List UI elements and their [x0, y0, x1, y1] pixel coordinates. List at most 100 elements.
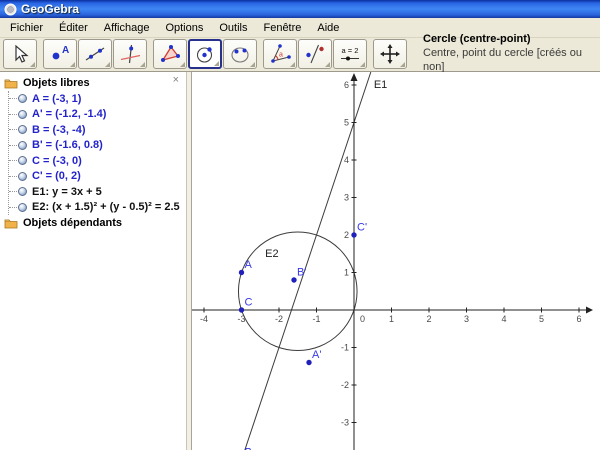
angle-tool-button[interactable]: a — [263, 39, 297, 69]
object-visibility-icon[interactable] — [18, 125, 27, 135]
algebra-object-row[interactable]: B' = (-1.6, 0.8) — [9, 138, 186, 154]
algebra-tree: Objets libres A = (-3, 1) A' = (-1.2, -1.… — [0, 75, 186, 231]
object-visibility-icon[interactable] — [18, 94, 27, 104]
svg-text:A': A' — [312, 349, 321, 361]
reflect-icon — [306, 44, 324, 64]
algebra-object-row[interactable]: A = (-3, 1) — [9, 91, 186, 107]
tree-connector — [9, 144, 17, 146]
svg-text:3: 3 — [464, 314, 469, 324]
svg-text:6: 6 — [344, 80, 349, 90]
slider-icon: a = 2 — [341, 46, 359, 61]
svg-text:6: 6 — [576, 314, 581, 324]
content-area: × Objets libres A = (-3, 1) A' = (-1.2, -… — [0, 72, 600, 450]
svg-text:2: 2 — [344, 230, 349, 240]
close-icon[interactable]: × — [173, 75, 179, 86]
tool-dropdown-arrow-icon[interactable] — [360, 62, 365, 67]
algebra-object-row[interactable]: E2: (x + 1.5)² + (y - 0.5)² = 2.5 — [9, 200, 186, 216]
algebra-object-row[interactable]: B = (-3, -4) — [9, 122, 186, 138]
polygon-tool-button[interactable] — [153, 39, 187, 69]
svg-text:-4: -4 — [200, 314, 208, 324]
tree-connector — [9, 98, 17, 100]
object-visibility-icon[interactable] — [18, 187, 27, 197]
circle-center-point-tool-button[interactable] — [188, 39, 222, 69]
svg-text:2: 2 — [426, 314, 431, 324]
svg-text:E1: E1 — [374, 79, 387, 91]
graphics-view[interactable]: E2 E1 -4 -3 -2 -1 1 2 3 4 5 6 6 5 4 3 2 1 -1 -2 -3 0 A A' B B' C C' — [192, 72, 600, 450]
object-visibility-icon[interactable] — [18, 140, 27, 150]
object-definition: E2: (x + 1.5)² + (y - 0.5)² = 2.5 — [32, 201, 180, 214]
free-objects-label: Objets libres — [23, 77, 90, 89]
tree-connector — [9, 191, 17, 193]
move-graphics-view-tool-button[interactable] — [373, 39, 407, 69]
tree-connector — [9, 160, 17, 162]
graph-canvas[interactable]: E2 E1 -4 -3 -2 -1 1 2 3 4 5 6 6 5 4 3 2 1 -1 -2 -3 0 A A' B B' C C' — [192, 72, 594, 450]
svg-text:-1: -1 — [341, 343, 349, 353]
svg-text:C': C' — [357, 222, 367, 234]
conic-icon — [231, 47, 249, 63]
tree-connector — [9, 113, 17, 115]
tool-dropdown-arrow-icon[interactable] — [250, 62, 255, 67]
tool-dropdown-arrow-icon[interactable] — [400, 62, 405, 67]
circle-center-point-icon — [196, 47, 213, 63]
menu-item-affichage[interactable]: Affichage — [96, 19, 158, 37]
menu-item-editer[interactable]: Éditer — [51, 19, 96, 37]
menu-item-fenetre[interactable]: Fenêtre — [255, 19, 309, 37]
tree-connector — [9, 175, 17, 177]
svg-text:a: a — [279, 52, 283, 59]
menu-item-options[interactable]: Options — [157, 19, 211, 37]
tool-dropdown-arrow-icon[interactable] — [290, 62, 295, 67]
dependent-objects-header[interactable]: Objets dépendants — [0, 215, 186, 231]
tool-dropdown-arrow-icon[interactable] — [70, 62, 75, 67]
object-definition: E1: y = 3x + 5 — [32, 185, 102, 198]
point-tool-button[interactable]: A — [43, 39, 77, 69]
tool-dropdown-arrow-icon[interactable] — [105, 62, 110, 67]
tool-dropdown-arrow-icon[interactable] — [30, 62, 35, 67]
algebra-object-row[interactable]: A' = (-1.2, -1.4) — [9, 107, 186, 123]
algebra-object-row[interactable]: C = (-3, 0) — [9, 153, 186, 169]
object-visibility-icon[interactable] — [18, 202, 27, 212]
conic-tool-button[interactable] — [223, 39, 257, 69]
tool-dropdown-arrow-icon[interactable] — [180, 62, 185, 67]
line-tool-button[interactable] — [78, 39, 112, 69]
geogebra-logo-icon — [4, 3, 17, 15]
move-canvas-icon — [380, 44, 400, 64]
tool-dropdown-arrow-icon[interactable] — [325, 62, 330, 67]
tool-dropdown-arrow-icon[interactable] — [214, 61, 219, 66]
slider-tool-button[interactable]: a = 2 — [333, 39, 367, 69]
perpendicular-line-tool-button[interactable] — [113, 39, 147, 69]
free-objects-list: A = (-3, 1) A' = (-1.2, -1.4) B = (-3, -4)… — [8, 91, 186, 215]
object-definition: B = (-3, -4) — [32, 123, 86, 136]
algebra-object-row[interactable]: C' = (0, 2) — [9, 169, 186, 185]
svg-text:E2: E2 — [265, 248, 278, 260]
svg-text:3: 3 — [344, 193, 349, 203]
window-title: GeoGebra — [21, 2, 80, 16]
free-objects-header[interactable]: Objets libres — [0, 75, 186, 91]
svg-text:-1: -1 — [312, 314, 320, 324]
algebra-view: × Objets libres A = (-3, 1) A' = (-1.2, -… — [0, 72, 186, 450]
menu-item-fichier[interactable]: Fichier — [2, 19, 51, 37]
tool-bar: A a a = 2 Cercle (centre-point) Centre, … — [0, 33, 600, 73]
object-definition: A = (-3, 1) — [32, 92, 82, 105]
object-visibility-icon[interactable] — [18, 109, 27, 119]
svg-text:-3: -3 — [341, 418, 349, 428]
object-visibility-icon[interactable] — [18, 156, 27, 166]
reflect-tool-button[interactable] — [298, 39, 332, 69]
cursor-arrow-icon — [15, 44, 29, 63]
menu-item-outils[interactable]: Outils — [211, 19, 255, 37]
tool-help-subtitle: Centre, point du cercle [créés ou non] — [423, 47, 582, 73]
svg-text:-3: -3 — [237, 314, 245, 324]
algebra-object-row[interactable]: E1: y = 3x + 5 — [9, 184, 186, 200]
object-definition: C = (-3, 0) — [32, 154, 82, 167]
tool-help-text: Cercle (centre-point) Centre, point du c… — [423, 33, 598, 74]
angle-icon: a — [271, 44, 291, 63]
svg-text:5: 5 — [344, 118, 349, 128]
object-visibility-icon[interactable] — [18, 171, 27, 181]
svg-text:1: 1 — [344, 268, 349, 278]
tool-help-title: Cercle (centre-point) — [423, 33, 531, 46]
svg-text:A: A — [245, 259, 253, 271]
tool-dropdown-arrow-icon[interactable] — [140, 62, 145, 67]
point-icon: A — [52, 45, 69, 60]
svg-text:-2: -2 — [341, 380, 349, 390]
move-tool-button[interactable] — [3, 39, 37, 69]
menu-item-aide[interactable]: Aide — [309, 19, 347, 37]
